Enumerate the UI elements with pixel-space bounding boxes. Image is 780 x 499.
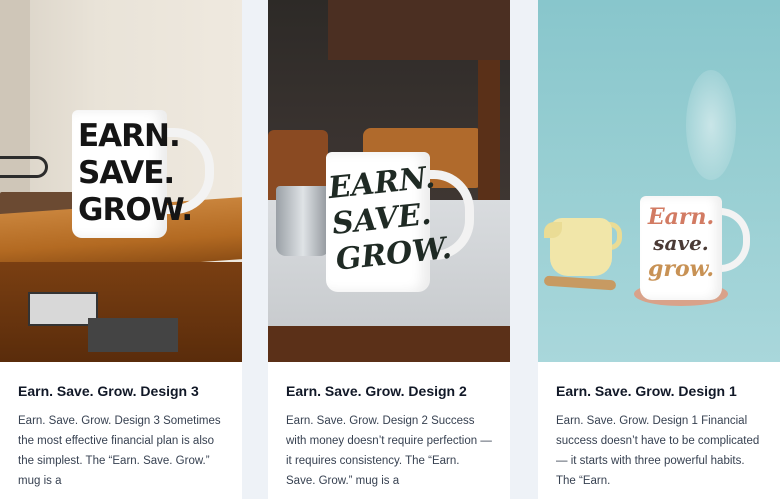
mug-line-3: grow.	[647, 256, 715, 282]
product-image-mug-design-3[interactable]: EARN. SAVE. GROW.	[0, 0, 242, 362]
mug-print-text: Earn. save. grow.	[642, 204, 720, 282]
mug-line-2: save.	[653, 231, 709, 255]
shelf-item	[88, 318, 178, 352]
product-card-design-2[interactable]: EARN. SAVE. GROW. Earn. Save. Grow. Desi…	[268, 0, 510, 499]
card-excerpt: Earn. Save. Grow. Design 3 Sometimes the…	[18, 415, 221, 487]
mug-print-text: EARN. SAVE. GROW.	[327, 160, 454, 278]
mug-line-2: SAVE.	[78, 155, 175, 191]
card-title[interactable]: Earn. Save. Grow. Design 1	[556, 382, 762, 400]
glasses-shape	[0, 156, 48, 178]
product-card-design-1[interactable]: Earn. save. grow. Earn. Save. Grow. Desi…	[538, 0, 780, 499]
card-title[interactable]: Earn. Save. Grow. Design 2	[286, 382, 492, 400]
card-title[interactable]: Earn. Save. Grow. Design 3	[18, 382, 224, 400]
card-body: Earn. Save. Grow. Design 2 Earn. Save. G…	[268, 362, 510, 491]
table-edge	[268, 326, 510, 362]
image-background	[538, 0, 780, 362]
card-body: Earn. Save. Grow. Design 3 Earn. Save. G…	[0, 362, 242, 491]
product-image-mug-design-2[interactable]: EARN. SAVE. GROW.	[268, 0, 510, 362]
mug-line-1: Earn.	[647, 204, 715, 230]
steam-shape	[686, 70, 736, 180]
card-excerpt: Earn. Save. Grow. Design 2 Success with …	[286, 415, 492, 487]
mug-print-text: EARN. SAVE. GROW.	[78, 118, 193, 229]
shelf-shape	[328, 0, 510, 60]
card-body: Earn. Save. Grow. Design 1 Earn. Save. G…	[538, 362, 780, 491]
metal-pot	[276, 186, 330, 256]
mug-line-1: EARN.	[78, 118, 181, 154]
product-card-design-3[interactable]: EARN. SAVE. GROW. Earn. Save. Grow. Desi…	[0, 0, 242, 499]
mug-line-3: GROW.	[78, 192, 193, 228]
card-excerpt: Earn. Save. Grow. Design 1 Financial suc…	[556, 415, 760, 487]
product-image-mug-design-1[interactable]: Earn. save. grow.	[538, 0, 780, 362]
